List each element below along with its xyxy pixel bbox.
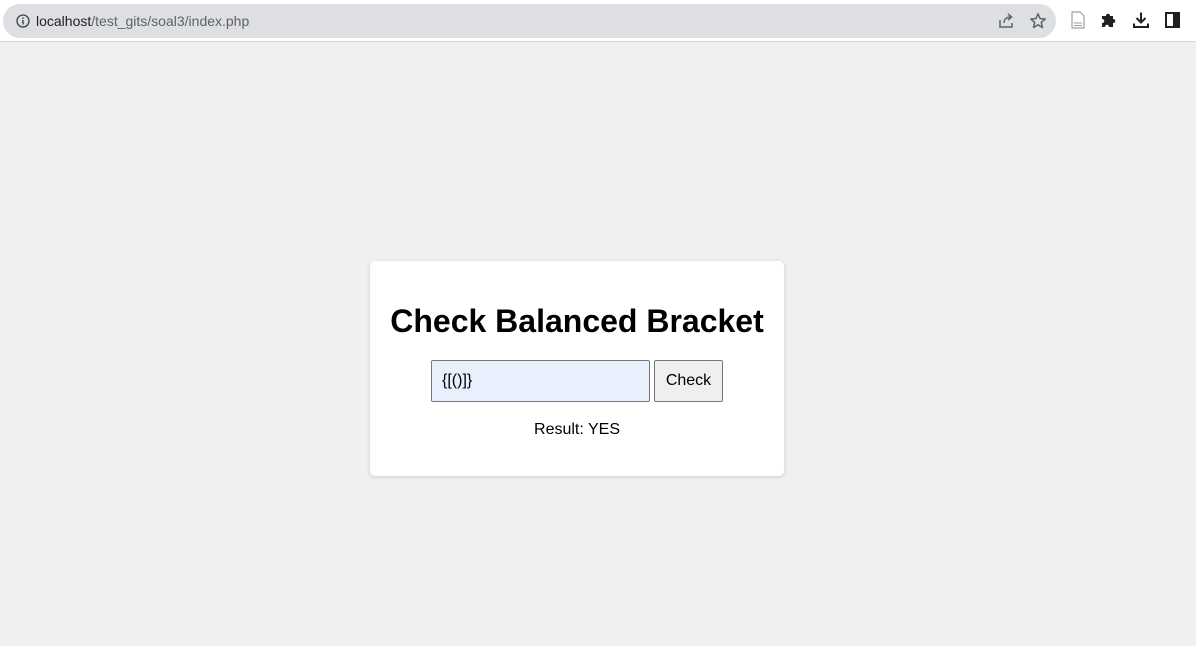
page-title: Check Balanced Bracket — [390, 303, 764, 339]
info-icon[interactable] — [16, 14, 30, 28]
page-viewport: Check Balanced Bracket Check Result: YES — [0, 43, 1196, 646]
check-button[interactable]: Check — [654, 360, 723, 402]
page-icon[interactable] — [1069, 11, 1087, 29]
extensions-icon[interactable] — [1100, 11, 1118, 29]
url-text[interactable]: localhost/test_gits/soal3/index.php — [36, 13, 249, 29]
bracket-checker-card: Check Balanced Bracket Check Result: YES — [370, 261, 784, 476]
result-text: Result: YES — [534, 421, 620, 438]
download-icon[interactable] — [1132, 11, 1150, 29]
address-bar[interactable]: localhost/test_gits/soal3/index.php — [3, 4, 1056, 38]
browser-toolbar: localhost/test_gits/soal3/index.php — [0, 0, 1196, 42]
side-panel-icon[interactable] — [1164, 11, 1182, 29]
share-icon[interactable] — [997, 12, 1015, 30]
star-icon[interactable] — [1029, 12, 1047, 30]
bracket-input[interactable] — [431, 360, 650, 402]
